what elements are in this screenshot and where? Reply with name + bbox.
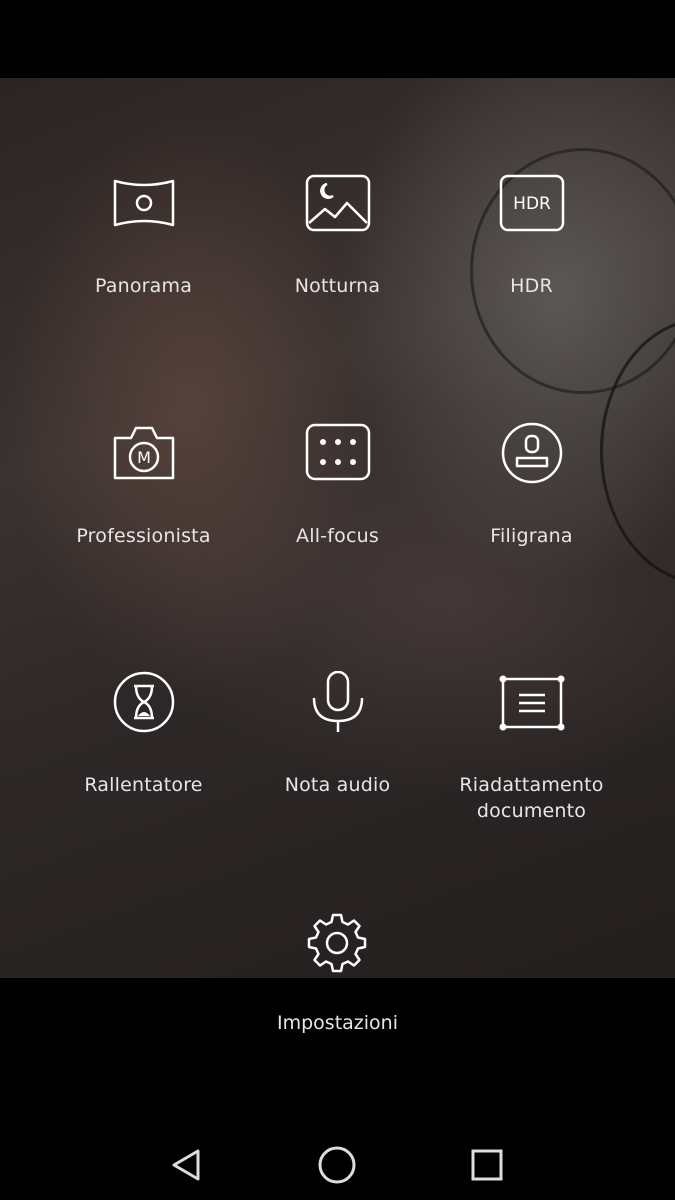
settings-label[interactable]: Impostazioni	[0, 1012, 675, 1034]
mode-label: Panorama	[94, 275, 193, 297]
recents-icon	[471, 1149, 503, 1181]
panorama-icon	[113, 179, 174, 227]
mode-night[interactable]: Notturna	[225, 173, 450, 299]
hdr-icon: HDR	[499, 174, 564, 232]
home-icon	[318, 1146, 356, 1184]
mode-label: Professionista	[76, 525, 211, 547]
mode-label: Rallentatore	[84, 774, 203, 796]
hourglass-icon	[113, 671, 174, 733]
mode-professional[interactable]: M Professionista	[31, 422, 256, 549]
back-icon	[172, 1149, 200, 1181]
watermark-stamp-icon	[501, 422, 562, 484]
mode-label-line2: documento	[476, 800, 587, 822]
mode-watermark[interactable]: Filigrana	[419, 422, 644, 549]
nav-back-button[interactable]	[142, 1130, 232, 1200]
mode-label-line1: Riadattamento	[459, 774, 604, 796]
mode-slow-motion[interactable]: Rallentatore	[31, 671, 256, 798]
mode-panorama[interactable]: Panorama	[31, 173, 256, 299]
mode-all-focus[interactable]: All-focus	[225, 422, 450, 549]
hdr-icon-text: HDR	[513, 194, 551, 214]
pro-icon-text: M	[137, 448, 151, 467]
pro-camera-icon: M	[113, 426, 174, 480]
document-adjust-icon	[499, 675, 564, 731]
gear-icon	[307, 913, 367, 973]
settings-button[interactable]	[302, 912, 372, 974]
mode-label: Notturna	[294, 275, 381, 297]
all-focus-icon	[305, 423, 370, 481]
microphone-icon	[312, 671, 363, 732]
mode-audio-note[interactable]: Nota audio	[225, 671, 450, 798]
mode-hdr[interactable]: HDR HDR	[419, 173, 644, 299]
mode-label: Nota audio	[284, 774, 391, 796]
navigation-bar	[0, 1130, 675, 1200]
status-bar	[0, 0, 675, 78]
night-landscape-icon	[305, 174, 370, 232]
mode-label: Filigrana	[490, 525, 573, 547]
nav-recents-button[interactable]	[442, 1130, 532, 1200]
mode-label: All-focus	[296, 525, 379, 547]
mode-label: HDR	[510, 275, 553, 297]
nav-home-button[interactable]	[292, 1130, 382, 1200]
mode-document-adjust[interactable]: Riadattamento documento	[419, 671, 644, 824]
